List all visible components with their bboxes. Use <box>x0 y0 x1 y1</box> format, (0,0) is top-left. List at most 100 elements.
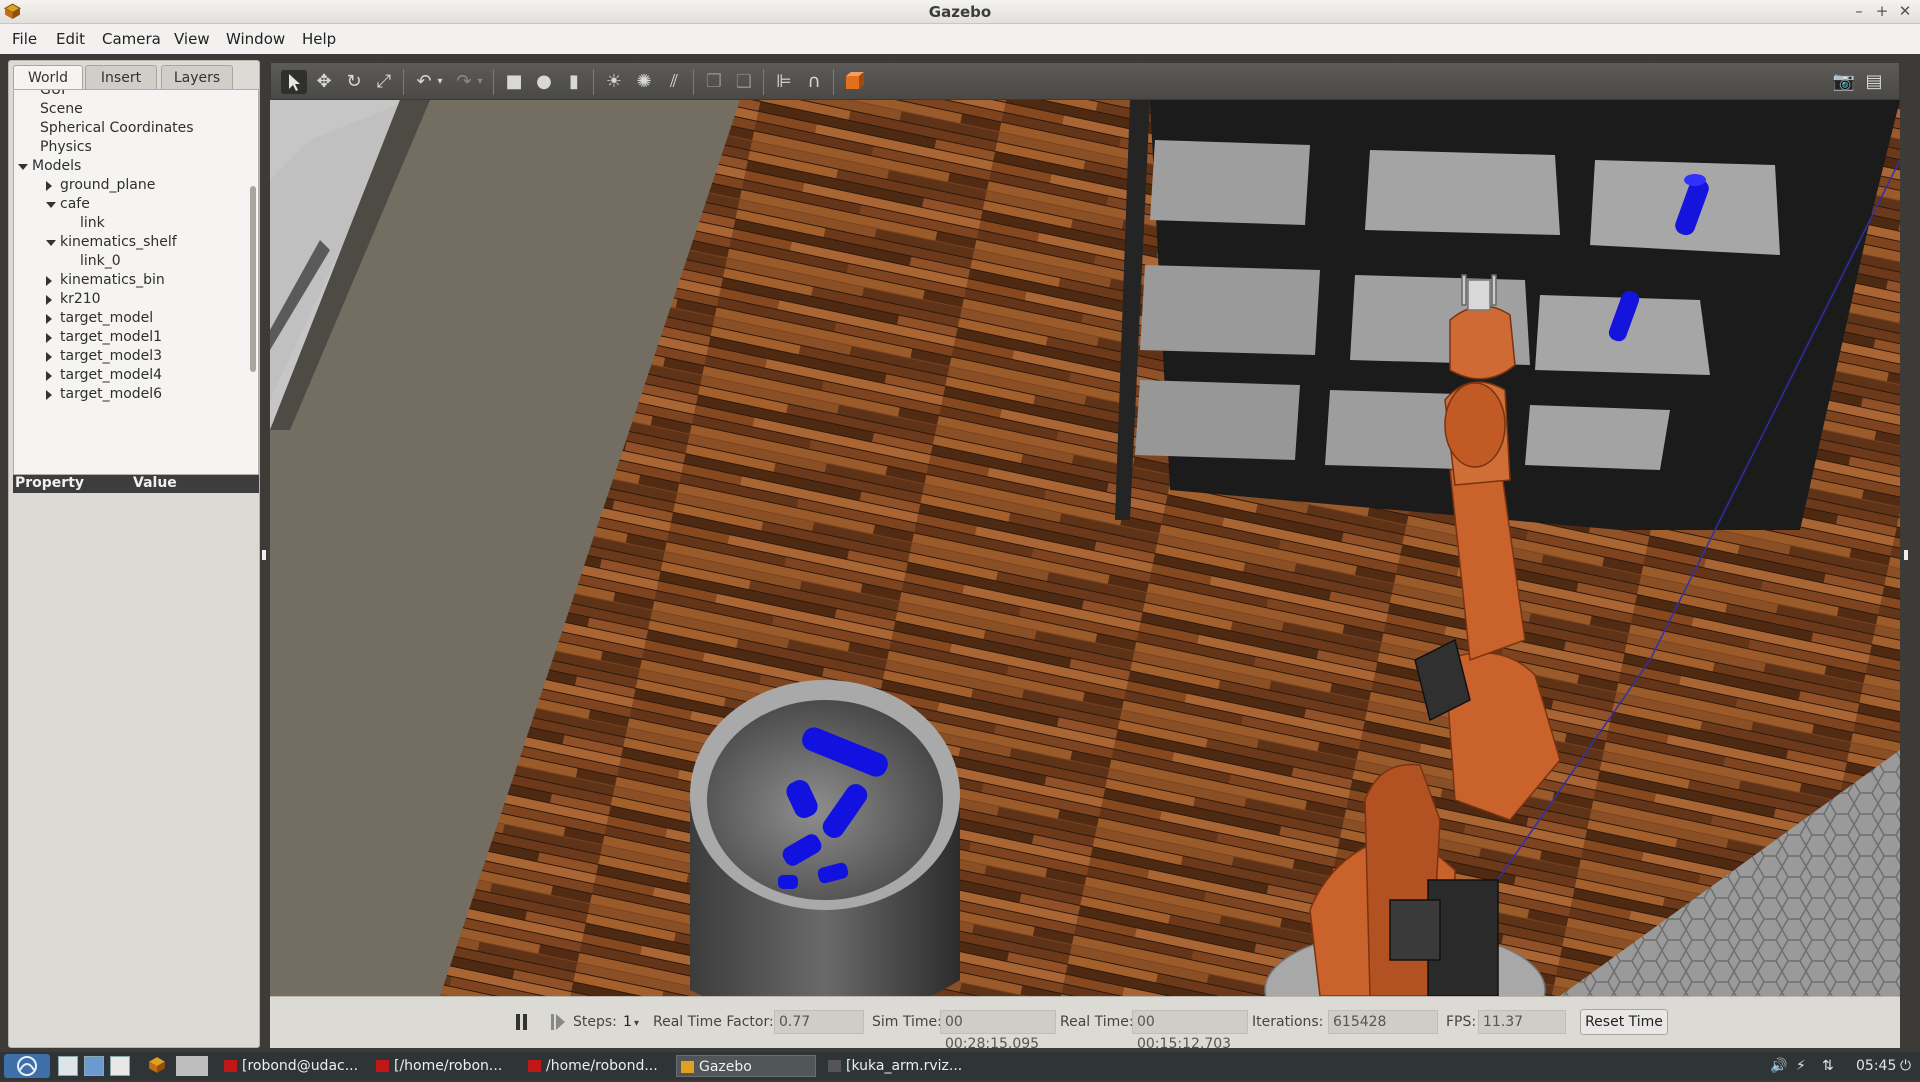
shutdown-icon[interactable]: ⏻ <box>1900 1055 1911 1077</box>
spot-light-icon[interactable]: ✺ <box>631 70 657 94</box>
view-angle-icon[interactable] <box>841 70 867 94</box>
menu-edit[interactable]: Edit <box>56 30 85 48</box>
menu-window[interactable]: Window <box>226 30 285 48</box>
screenshot-camera-icon[interactable]: 📷 <box>1831 70 1857 94</box>
tree-item-kr210[interactable]: kr210 <box>14 290 246 309</box>
redo-dropdown-icon[interactable]: ▾ <box>473 70 487 94</box>
terminal-launcher-icon[interactable] <box>110 1056 130 1076</box>
expand-arrow-right-icon[interactable] <box>46 371 52 381</box>
box-shape-icon[interactable]: ■ <box>501 70 527 94</box>
tree-item-target-model1[interactable]: target_model1 <box>14 328 246 347</box>
tree-item-kinematics-shelf[interactable]: kinematics_shelf <box>14 233 246 252</box>
cylinder-shape-icon[interactable]: ▮ <box>561 70 587 94</box>
undo-dropdown-icon[interactable]: ▾ <box>433 70 447 94</box>
file-manager-icon[interactable] <box>84 1056 104 1076</box>
tree-item-target-model4[interactable]: target_model4 <box>14 366 246 385</box>
minimize-button[interactable]: – <box>1850 2 1868 20</box>
left-splitter-handle[interactable] <box>262 550 266 560</box>
menu-view[interactable]: View <box>174 30 210 48</box>
log-recorder-icon[interactable]: ▤ <box>1861 70 1887 94</box>
directional-light-icon[interactable]: ⫽ <box>661 70 687 94</box>
3d-viewport[interactable] <box>270 100 1900 996</box>
scale-icon[interactable]: ⤢ <box>371 70 397 94</box>
kinematics-bin <box>690 680 960 996</box>
tree-item-kinematics-bin[interactable]: kinematics_bin <box>14 271 246 290</box>
tree-item-spherical-coordinates[interactable]: Spherical Coordinates <box>14 119 246 138</box>
task-terminal-3[interactable]: /home/robond... <box>524 1055 672 1077</box>
paste-icon[interactable]: ❑ <box>731 70 757 94</box>
steps-dropdown-icon[interactable]: ▾ <box>634 1018 639 1029</box>
expand-arrow-right-icon[interactable] <box>46 276 52 286</box>
maximize-button[interactable]: + <box>1873 2 1891 20</box>
step-forward-icon[interactable] <box>548 1011 568 1033</box>
rotate-icon[interactable]: ↻ <box>341 70 367 94</box>
power-status-icon[interactable]: ⚡ <box>1796 1055 1806 1077</box>
iterations-label: Iterations: <box>1252 1014 1324 1030</box>
tree-item-link[interactable]: link <box>14 214 246 233</box>
steps-value[interactable]: 1 <box>623 1014 632 1030</box>
start-menu-icon[interactable] <box>4 1054 50 1078</box>
right-splitter-handle[interactable] <box>1904 550 1908 560</box>
tree-item-target-model6[interactable]: target_model6 <box>14 385 246 404</box>
reset-time-button[interactable]: Reset Time <box>1580 1009 1668 1035</box>
menu-help[interactable]: Help <box>302 30 336 48</box>
window-title: Gazebo <box>928 3 992 21</box>
menu-camera[interactable]: Camera <box>102 30 161 48</box>
task-rviz[interactable]: [kuka_arm.rviz... <box>824 1055 972 1077</box>
expand-arrow-right-icon[interactable] <box>46 295 52 305</box>
tree-item-label: kinematics_shelf <box>60 234 177 250</box>
network-icon[interactable]: ⇅ <box>1822 1055 1834 1077</box>
volume-icon[interactable]: 🔊 <box>1770 1055 1787 1077</box>
translate-icon[interactable]: ✥ <box>311 70 337 94</box>
tree-item-scene[interactable]: Scene <box>14 100 246 119</box>
world-tree[interactable]: GUI Scene Spherical Coordinates Physics Mode… <box>13 89 259 475</box>
tree-item-label: Spherical Coordinates <box>40 120 194 136</box>
tree-item-cafe[interactable]: cafe <box>14 195 246 214</box>
align-icon[interactable]: ⊫ <box>771 70 797 94</box>
world-panel: World Insert Layers GUI Scene Spherical Co… <box>8 60 260 1048</box>
task-gazebo[interactable]: Gazebo <box>676 1055 816 1077</box>
expand-arrow-right-icon[interactable] <box>46 314 52 324</box>
value-column-header: Value <box>133 475 177 491</box>
expand-arrow-right-icon[interactable] <box>46 352 52 362</box>
tree-item-label: Scene <box>40 101 83 117</box>
expand-arrow-right-icon[interactable] <box>46 333 52 343</box>
copy-icon[interactable]: ❐ <box>701 70 727 94</box>
tab-layers[interactable]: Layers <box>161 65 233 91</box>
tree-item-label: ground_plane <box>60 177 156 193</box>
snap-magnet-icon[interactable]: ∩ <box>801 70 827 94</box>
select-arrow-icon[interactable] <box>281 70 307 94</box>
expand-arrow-down-icon[interactable] <box>46 202 56 208</box>
tree-item-physics[interactable]: Physics <box>14 138 246 157</box>
tree-item-ground-plane[interactable]: ground_plane <box>14 176 246 195</box>
tab-insert[interactable]: Insert <box>85 65 157 91</box>
task-label: Gazebo <box>699 1059 752 1075</box>
close-button[interactable]: ✕ <box>1896 2 1914 20</box>
expand-arrow-down-icon[interactable] <box>46 240 56 246</box>
expand-arrow-right-icon[interactable] <box>46 390 52 400</box>
tree-item-label: kinematics_bin <box>60 272 165 288</box>
task-label: /home/robond... <box>546 1058 658 1074</box>
tree-item-models[interactable]: Models <box>14 157 246 176</box>
tab-world[interactable]: World <box>13 65 83 91</box>
task-label: [kuka_arm.rviz... <box>846 1058 963 1074</box>
rtf-value: 0.77 <box>774 1010 864 1034</box>
tree-item-gui[interactable]: GUI <box>14 90 246 100</box>
tree-item-link-0[interactable]: link_0 <box>14 252 246 271</box>
show-desktop-icon[interactable] <box>58 1056 78 1076</box>
simulation-status-bar: Steps: 1 ▾ Real Time Factor: 0.77 Sim Ti… <box>270 996 1900 1052</box>
workspace-switcher[interactable] <box>176 1056 208 1076</box>
tree-item-target-model3[interactable]: target_model3 <box>14 347 246 366</box>
menu-file[interactable]: File <box>12 30 37 48</box>
tree-item-label: link <box>80 215 105 231</box>
gazebo-launcher-icon[interactable] <box>148 1056 166 1074</box>
tree-item-target-model[interactable]: target_model <box>14 309 246 328</box>
point-light-icon[interactable]: ☀ <box>601 70 627 94</box>
expand-arrow-right-icon[interactable] <box>46 181 52 191</box>
tree-scrollbar[interactable] <box>250 186 256 372</box>
pause-icon[interactable] <box>512 1011 532 1033</box>
task-terminal-2[interactable]: [/home/robon... <box>372 1055 520 1077</box>
expand-arrow-down-icon[interactable] <box>18 164 28 170</box>
task-terminal-1[interactable]: [robond@udac... <box>220 1055 368 1077</box>
sphere-shape-icon[interactable]: ● <box>531 70 557 94</box>
